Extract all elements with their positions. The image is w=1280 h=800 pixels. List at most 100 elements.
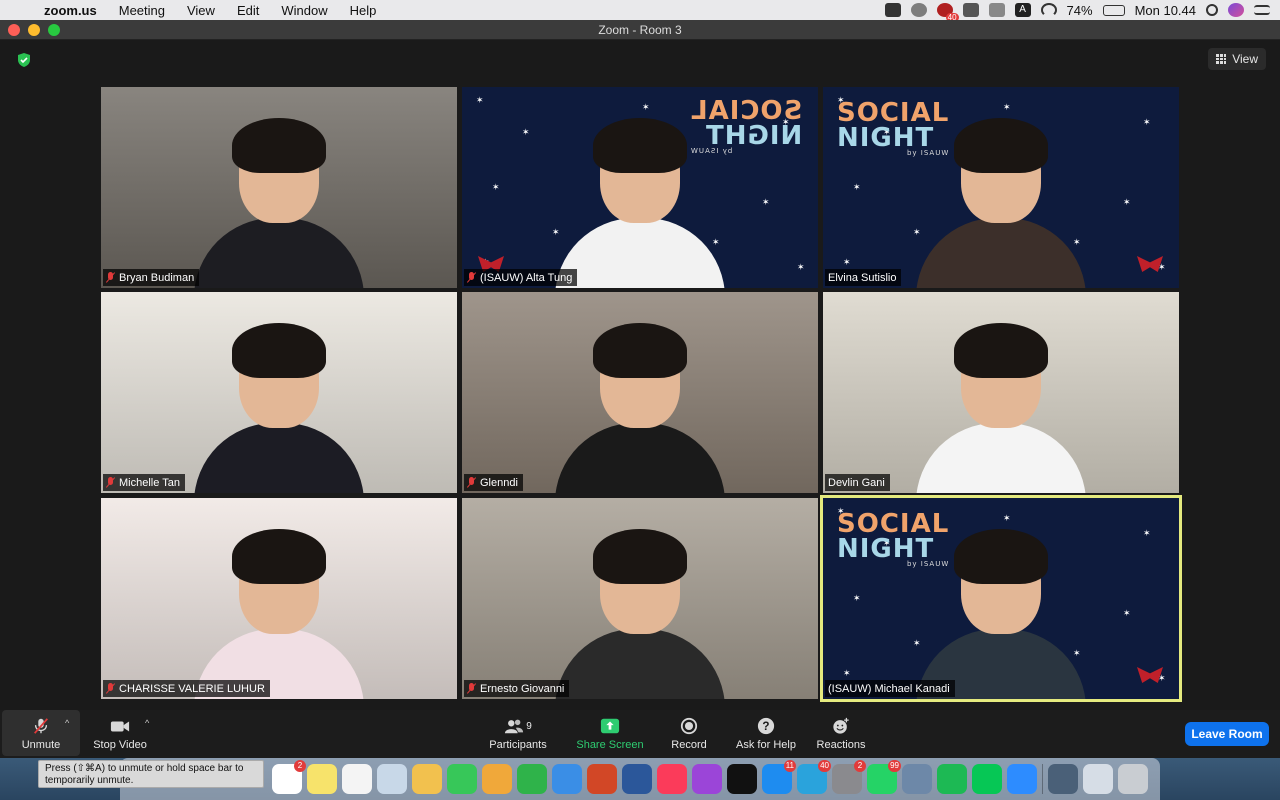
participant-name-tag: Glenndi	[464, 474, 523, 491]
photos-icon[interactable]	[412, 764, 442, 794]
numbers-icon[interactable]	[517, 764, 547, 794]
muted-microphone-icon	[106, 477, 115, 488]
video-tile[interactable]: ✶ ✶ ✶ ✶ ✶ ✶ ✶ ✶ ✶ ✶ SOCIAL NIGHT by ISAUW Elvina Suti…	[823, 87, 1179, 288]
participants-button[interactable]: 9 Participants	[486, 710, 550, 756]
preview-icon[interactable]	[377, 764, 407, 794]
video-tile[interactable]: Devlin Gani	[823, 292, 1179, 493]
menu-help[interactable]: Help	[339, 3, 388, 18]
star-decoration-icon: ✶	[476, 95, 484, 105]
unmute-button[interactable]: Unmute	[2, 710, 80, 756]
battery-icon[interactable]	[1102, 4, 1125, 16]
notes-icon[interactable]	[307, 764, 337, 794]
menu-window[interactable]: Window	[270, 3, 338, 18]
meeting-toolbar: Unmute ^ Stop Video ^ 9 Participants Sha…	[0, 710, 1280, 758]
muted-microphone-icon	[106, 683, 115, 694]
menu-meeting[interactable]: Meeting	[108, 3, 176, 18]
menu-app-name[interactable]: zoom.us	[40, 3, 108, 18]
leave-room-button[interactable]: Leave Room	[1185, 722, 1269, 746]
spotify-icon[interactable]	[937, 764, 967, 794]
line-status-icon[interactable]	[910, 3, 927, 17]
music-icon[interactable]	[657, 764, 687, 794]
audio-options-caret-icon[interactable]: ^	[65, 718, 69, 728]
system-preferences-icon[interactable]: 2	[832, 760, 866, 794]
keynote-icon[interactable]	[552, 764, 582, 794]
reminders-icon[interactable]	[342, 764, 372, 794]
video-tile[interactable]: Bryan Budiman	[101, 87, 457, 288]
zoom-status-icon[interactable]	[884, 3, 901, 17]
menu-edit[interactable]: Edit	[226, 3, 270, 18]
telegram-icon[interactable]: 40	[797, 760, 831, 794]
star-decoration-icon: ✶	[797, 262, 805, 272]
stop-video-label: Stop Video	[93, 739, 147, 751]
zoom-icon[interactable]	[1007, 764, 1037, 794]
image-capture-icon[interactable]	[902, 764, 932, 794]
podcasts-icon[interactable]	[692, 764, 722, 794]
menu-view[interactable]: View	[176, 3, 226, 18]
participant-name: CHARISSE VALERIE LUHUR	[119, 682, 265, 695]
input-source-icon[interactable]: A	[1014, 3, 1031, 17]
whatsapp-icon[interactable]: 99	[867, 760, 901, 794]
star-decoration-icon: ✶	[1143, 528, 1151, 538]
search-icon[interactable]	[1206, 4, 1218, 16]
participants-count: 9	[526, 720, 532, 732]
video-tile[interactable]: Michelle Tan	[101, 292, 457, 493]
screen-icon[interactable]	[988, 3, 1005, 17]
wifi-icon[interactable]	[1040, 3, 1057, 17]
window-title: Zoom - Room 3	[598, 23, 682, 37]
participant-silhouette	[184, 108, 374, 288]
participant-name: Ernesto Giovanni	[480, 682, 565, 695]
view-button[interactable]: View	[1208, 48, 1266, 70]
participant-name: Michelle Tan	[119, 476, 180, 489]
participant-name-tag: Ernesto Giovanni	[464, 680, 570, 697]
muted-microphone-icon	[106, 272, 115, 283]
stack-icon[interactable]	[1083, 764, 1113, 794]
meeting-area: View Bryan Budiman ✶✶✶✶✶✶✶✶✶✶SOCIALNIGHTb…	[0, 40, 1280, 710]
window-title-bar: Zoom - Room 3	[0, 20, 1280, 40]
encryption-shield-icon[interactable]	[16, 52, 32, 68]
grid-view-icon	[1216, 54, 1227, 64]
dock-badge: 2	[294, 760, 306, 772]
svg-text:?: ?	[762, 720, 769, 733]
participant-silhouette	[184, 313, 374, 493]
calendar-icon[interactable]: 2	[272, 760, 306, 794]
display-icon[interactable]	[962, 3, 979, 17]
powerpoint-icon[interactable]	[587, 764, 617, 794]
stop-video-button[interactable]: Stop Video	[86, 710, 154, 756]
video-tile[interactable]: Ernesto Giovanni	[462, 498, 818, 699]
participant-silhouette	[545, 108, 735, 288]
notification-status-icon[interactable]: 40	[936, 3, 959, 22]
participant-name: Glenndi	[480, 476, 518, 489]
line-icon[interactable]	[972, 764, 1002, 794]
control-center-icon[interactable]	[1254, 5, 1270, 15]
facetime-icon[interactable]	[447, 764, 477, 794]
video-tile[interactable]: ✶✶✶✶✶✶✶✶✶✶SOCIALNIGHTby ISAUW(ISAUW) Alt…	[462, 87, 818, 288]
clock[interactable]: Mon 10.44	[1135, 3, 1196, 18]
pages-icon[interactable]	[482, 764, 512, 794]
participant-name: Elvina Sutislio	[828, 271, 897, 284]
record-button[interactable]: Record	[667, 710, 711, 756]
dock-badge: 99	[888, 760, 901, 772]
trash-icon[interactable]	[1118, 764, 1148, 794]
help-icon: ?	[757, 717, 775, 735]
word-icon[interactable]	[622, 764, 652, 794]
participant-name: (ISAUW) Alta Tung	[480, 271, 573, 284]
apple-tv-icon[interactable]	[727, 764, 757, 794]
dock: 2 11 40 2 99	[120, 758, 1160, 800]
share-screen-label: Share Screen	[576, 739, 644, 751]
share-screen-button[interactable]: Share Screen	[574, 710, 646, 756]
siri-icon[interactable]	[1228, 3, 1244, 17]
video-tile[interactable]: Glenndi	[462, 292, 818, 493]
app-store-icon[interactable]: 11	[762, 760, 796, 794]
reactions-button[interactable]: Reactions	[813, 710, 869, 756]
star-decoration-icon: ✶	[492, 182, 500, 192]
muted-microphone-icon	[467, 683, 476, 694]
participant-name-tag: CHARISSE VALERIE LUHUR	[103, 680, 270, 697]
video-options-caret-icon[interactable]: ^	[145, 718, 149, 728]
video-tile[interactable]: ✶ ✶ ✶ ✶ ✶ ✶ ✶ ✶ ✶ ✶ SOCIAL NIGHT by ISAUW (ISAUW) Mic…	[820, 495, 1182, 702]
downloads-folder-icon[interactable]	[1048, 764, 1078, 794]
participant-silhouette	[545, 313, 735, 493]
dock-separator	[1042, 764, 1043, 794]
record-label: Record	[671, 739, 707, 751]
ask-for-help-button[interactable]: ? Ask for Help	[733, 710, 799, 756]
video-tile[interactable]: CHARISSE VALERIE LUHUR	[101, 498, 457, 699]
